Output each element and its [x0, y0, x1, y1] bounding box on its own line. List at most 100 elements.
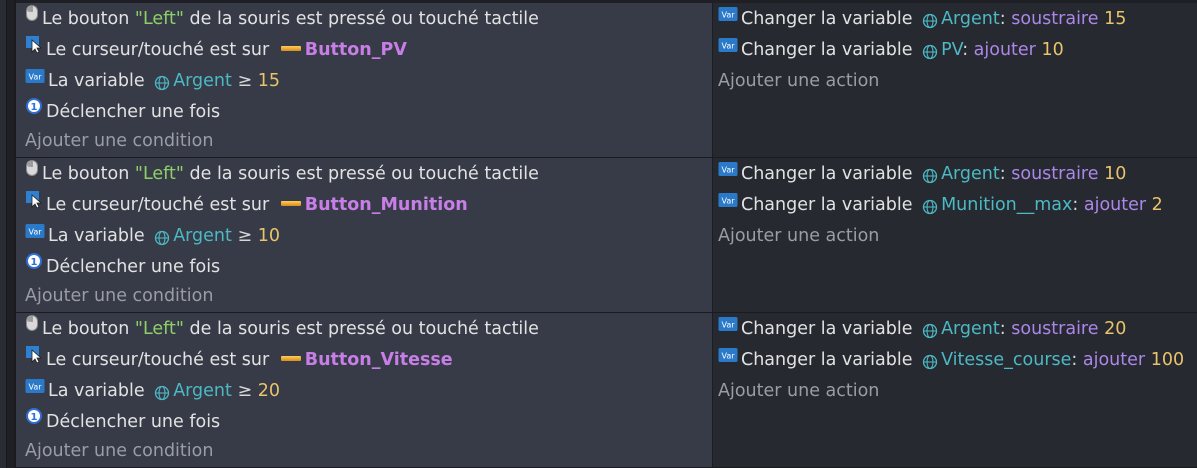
condition-text: Le curseur/touché est sur — [46, 350, 275, 370]
cursor-on-object-icon — [25, 188, 43, 218]
condition-text: Déclencher une fois — [46, 412, 221, 432]
add-action-link[interactable]: Ajouter une action — [718, 66, 879, 96]
action-value: 10 — [1104, 164, 1127, 184]
action-value: 2 — [1151, 195, 1163, 215]
variable-icon: Var — [25, 64, 45, 94]
add-condition-link[interactable]: Ajouter une condition — [25, 281, 213, 311]
operation: ajouter — [1082, 350, 1146, 370]
variable-icon: Var — [718, 343, 738, 373]
svg-text:1: 1 — [31, 102, 38, 113]
action-value: 20 — [1104, 319, 1127, 339]
action-change-variable[interactable]: Var Changer la variable Argent: soustrair… — [718, 314, 1126, 344]
variable-name: Argent — [941, 164, 1000, 184]
svg-text:Var: Var — [28, 383, 42, 392]
action-change-variable[interactable]: Var Changer la variable Argent: soustrair… — [718, 159, 1126, 189]
svg-text:1: 1 — [31, 412, 38, 423]
global-variable-icon — [922, 195, 938, 215]
action-change-variable[interactable]: Var Changer la variable Argent: soustrair… — [718, 4, 1126, 34]
operation: soustraire — [1011, 9, 1099, 29]
event-block[interactable]: Le bouton "Left" de la souris est pressé… — [16, 158, 1197, 313]
global-variable-icon — [154, 381, 170, 401]
add-action-link[interactable]: Ajouter une action — [718, 221, 879, 251]
trigger-once-icon: 1 — [25, 405, 43, 435]
variable-name: Argent — [173, 381, 232, 401]
events-sheet: Le bouton "Left" de la souris est pressé… — [0, 0, 1197, 468]
variable-name: Argent — [941, 9, 1000, 29]
condition-cursor-on-object[interactable]: Le curseur/touché est sur Button_Munitio… — [25, 190, 468, 220]
add-action-link[interactable]: Ajouter une action — [718, 376, 879, 406]
svg-text:Var: Var — [721, 11, 735, 20]
variable-name: Vitesse_course — [941, 350, 1072, 370]
condition-text: La variable — [48, 226, 151, 246]
compare-value: 20 — [257, 381, 280, 401]
condition-text: Le bouton — [42, 9, 135, 29]
action-change-variable[interactable]: Var Changer la variable Vitesse_course: a… — [718, 345, 1184, 375]
condition-variable[interactable]: Var La variable Argent ≥ 10 — [25, 221, 280, 251]
variable-icon: Var — [718, 2, 738, 32]
condition-variable[interactable]: Var La variable Argent ≥ 20 — [25, 376, 280, 406]
condition-text: La variable — [48, 381, 151, 401]
event-block[interactable]: Le bouton "Left" de la souris est pressé… — [16, 313, 1197, 468]
condition-mouse-button[interactable]: Le bouton "Left" de la souris est pressé… — [25, 314, 539, 344]
trigger-once-icon: 1 — [25, 95, 43, 125]
object-name: Button_Munition — [304, 195, 468, 215]
add-condition-link[interactable]: Ajouter une condition — [25, 436, 213, 466]
action-change-variable[interactable]: Var Changer la variable Munition__max: aj… — [718, 190, 1163, 220]
global-variable-icon — [922, 164, 938, 184]
mouse-button-value: "Left" — [134, 319, 184, 339]
actions-column[interactable]: Var Changer la variable Argent: soustrair… — [713, 158, 1197, 312]
cursor-on-object-icon — [25, 343, 43, 373]
action-change-variable[interactable]: Var Changer la variable PV: ajouter 10 — [718, 35, 1064, 65]
condition-trigger-once[interactable]: 1 Déclencher une fois — [25, 97, 220, 127]
add-condition-link[interactable]: Ajouter une condition — [25, 126, 213, 156]
svg-text:1: 1 — [31, 257, 38, 268]
separator: : — [999, 9, 1006, 29]
mouse-button-value: "Left" — [134, 164, 184, 184]
actions-column[interactable]: Var Changer la variable Argent: soustrair… — [713, 3, 1197, 157]
comparator: ≥ — [237, 381, 253, 401]
condition-variable[interactable]: Var La variable Argent ≥ 15 — [25, 66, 280, 96]
variable-icon: Var — [718, 188, 738, 218]
object-name: Button_PV — [304, 40, 407, 60]
condition-text: Déclencher une fois — [46, 257, 221, 277]
condition-text: de la souris est pressé ou touché tactil… — [183, 164, 539, 184]
conditions-column[interactable]: Le bouton "Left" de la souris est pressé… — [16, 3, 713, 157]
action-value: 15 — [1104, 9, 1127, 29]
condition-text: Le bouton — [42, 319, 135, 339]
mouse-icon — [25, 2, 39, 32]
svg-text:Var: Var — [721, 166, 735, 175]
svg-text:Var: Var — [721, 42, 735, 51]
condition-text: La variable — [48, 71, 151, 91]
variable-icon: Var — [25, 374, 45, 404]
global-variable-icon — [922, 40, 938, 60]
operation: ajouter — [973, 40, 1036, 60]
conditions-column[interactable]: Le bouton "Left" de la souris est pressé… — [16, 158, 713, 312]
action-text: Changer la variable — [741, 164, 919, 184]
global-variable-icon — [922, 9, 938, 29]
actions-column[interactable]: Var Changer la variable Argent: soustrair… — [713, 313, 1197, 467]
global-variable-icon — [154, 71, 170, 91]
event-block[interactable]: Le bouton "Left" de la souris est pressé… — [16, 3, 1197, 158]
variable-icon: Var — [718, 312, 738, 342]
global-variable-icon — [154, 226, 170, 246]
condition-cursor-on-object[interactable]: Le curseur/touché est sur Button_PV — [25, 35, 407, 65]
condition-mouse-button[interactable]: Le bouton "Left" de la souris est pressé… — [25, 4, 539, 34]
svg-text:Var: Var — [721, 321, 735, 330]
action-text: Changer la variable — [741, 9, 919, 29]
condition-cursor-on-object[interactable]: Le curseur/touché est sur Button_Vitesse — [25, 345, 453, 375]
condition-trigger-once[interactable]: 1 Déclencher une fois — [25, 252, 220, 282]
condition-mouse-button[interactable]: Le bouton "Left" de la souris est pressé… — [25, 159, 539, 189]
action-text: Changer la variable — [741, 195, 919, 215]
svg-text:Var: Var — [721, 197, 735, 206]
comparator: ≥ — [237, 226, 253, 246]
condition-text: Le curseur/touché est sur — [46, 195, 275, 215]
condition-trigger-once[interactable]: 1 Déclencher une fois — [25, 407, 220, 437]
svg-text:Var: Var — [721, 352, 735, 361]
variable-name: Argent — [173, 71, 232, 91]
object-icon — [280, 45, 301, 51]
variable-icon: Var — [718, 33, 738, 63]
condition-text: Le curseur/touché est sur — [46, 40, 275, 60]
operation: soustraire — [1011, 164, 1099, 184]
conditions-column[interactable]: Le bouton "Left" de la souris est pressé… — [16, 313, 713, 467]
compare-value: 10 — [257, 226, 280, 246]
